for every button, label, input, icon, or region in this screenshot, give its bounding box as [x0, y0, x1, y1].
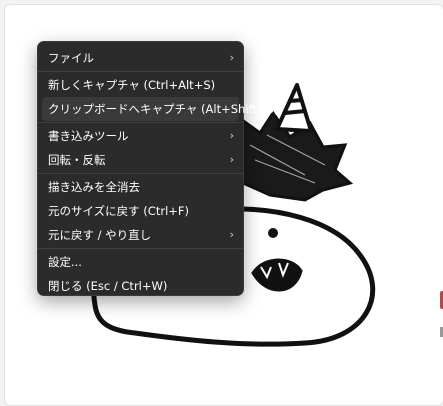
menu-item-file[interactable]: ファイル › — [38, 46, 243, 70]
menu-item-capture-to-clipboard[interactable]: クリップボードへキャプチャ (Alt+Shift+S) — [42, 97, 278, 121]
chevron-right-icon: › — [229, 228, 234, 241]
menu-separator — [38, 248, 243, 249]
context-menu: ファイル › 新しくキャプチャ (Ctrl+Alt+S) クリップボードへキャプ… — [37, 41, 278, 298]
monster-horn — [275, 83, 313, 133]
menu-item-undo-redo[interactable]: 元に戻す / やり直し › — [38, 223, 243, 247]
monster-mouth — [251, 258, 303, 292]
menu-item-reset-size[interactable]: 元のサイズに戻す (Ctrl+F) — [38, 199, 243, 223]
menu-item-close[interactable]: 閉じる (Esc / Ctrl+W) — [38, 274, 243, 298]
menu-item-clear-drawings-label: 描き込みを全消去 — [48, 180, 140, 194]
menu-item-settings-label: 設定... — [48, 255, 82, 269]
menu-item-capture-to-clipboard-label: クリップボードへキャプチャ (Alt+Shift+S) — [48, 102, 279, 116]
menu-item-drawing-tools-label: 書き込みツール — [48, 129, 129, 143]
monster-eye-left — [268, 228, 278, 238]
menu-item-clear-drawings[interactable]: 描き込みを全消去 — [38, 175, 243, 199]
menu-item-settings[interactable]: 設定... — [38, 250, 243, 274]
menu-separator — [38, 71, 243, 72]
menu-item-rotate-flip-label: 回転・反転 — [48, 153, 106, 167]
menu-item-close-label: 閉じる (Esc / Ctrl+W) — [48, 279, 168, 293]
menu-item-drawing-tools[interactable]: 書き込みツール › — [38, 124, 243, 148]
chevron-right-icon: › — [229, 129, 234, 142]
menu-item-new-capture-label: 新しくキャプチャ (Ctrl+Alt+S) — [48, 78, 216, 92]
menu-separator — [38, 173, 243, 174]
menu-item-undo-redo-label: 元に戻す / やり直し — [48, 228, 152, 242]
menu-item-rotate-flip[interactable]: 回転・反転 › — [38, 148, 243, 172]
menu-item-reset-size-label: 元のサイズに戻す (Ctrl+F) — [48, 204, 189, 218]
menu-item-new-capture[interactable]: 新しくキャプチャ (Ctrl+Alt+S) — [38, 73, 243, 97]
menu-separator — [38, 122, 243, 123]
chevron-right-icon: › — [229, 51, 234, 64]
chevron-right-icon: › — [229, 153, 234, 166]
menu-item-file-label: ファイル — [48, 51, 94, 65]
